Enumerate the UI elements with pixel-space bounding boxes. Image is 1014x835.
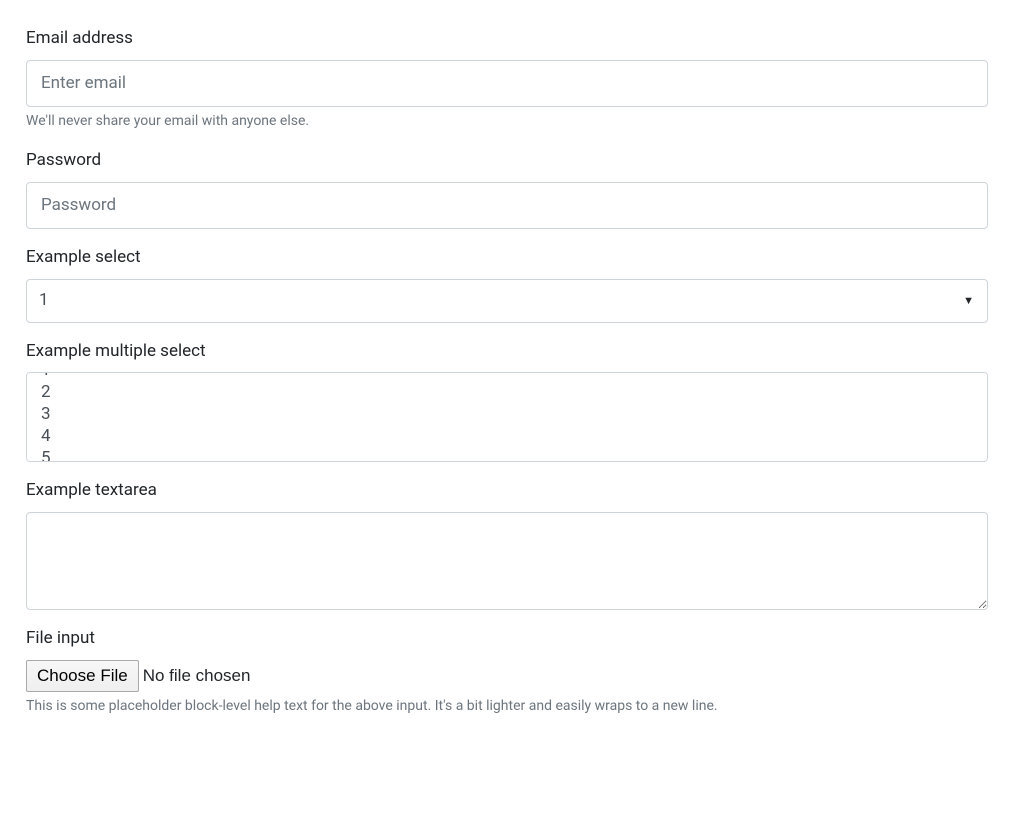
multiselect-option[interactable]: 4 [27, 425, 987, 447]
select-wrapper: 12345 ▼ [26, 279, 988, 323]
example-multiple-select[interactable]: 12345 [26, 372, 988, 462]
email-help-text: We'll never share your email with anyone… [26, 111, 988, 132]
choose-file-button[interactable]: Choose File [26, 660, 139, 692]
textarea-label: Example textarea [26, 478, 157, 504]
file-label: File input [26, 626, 95, 652]
email-group: Email address We'll never share your ema… [26, 26, 988, 132]
select-label: Example select [26, 245, 141, 271]
email-input[interactable] [26, 60, 988, 108]
file-status-text: No file chosen [143, 663, 251, 689]
password-label: Password [26, 148, 101, 174]
multiselect-option[interactable]: 2 [27, 381, 987, 403]
multiselect-option[interactable]: 3 [27, 403, 987, 425]
multiselect-label: Example multiple select [26, 339, 206, 365]
file-input-wrapper: Choose File No file chosen [26, 660, 988, 692]
multiselect-option[interactable]: 1 [27, 372, 987, 381]
multiselect-option[interactable]: 5 [27, 447, 987, 462]
example-select[interactable]: 12345 [26, 279, 988, 323]
password-group: Password [26, 148, 988, 229]
password-input[interactable] [26, 182, 988, 230]
email-label: Email address [26, 26, 133, 52]
example-textarea[interactable] [26, 512, 988, 611]
select-group: Example select 12345 ▼ [26, 245, 988, 323]
file-group: File input Choose File No file chosen Th… [26, 626, 988, 717]
textarea-group: Example textarea [26, 478, 988, 610]
file-help-text: This is some placeholder block-level hel… [26, 696, 988, 717]
multiselect-group: Example multiple select 12345 [26, 339, 988, 463]
